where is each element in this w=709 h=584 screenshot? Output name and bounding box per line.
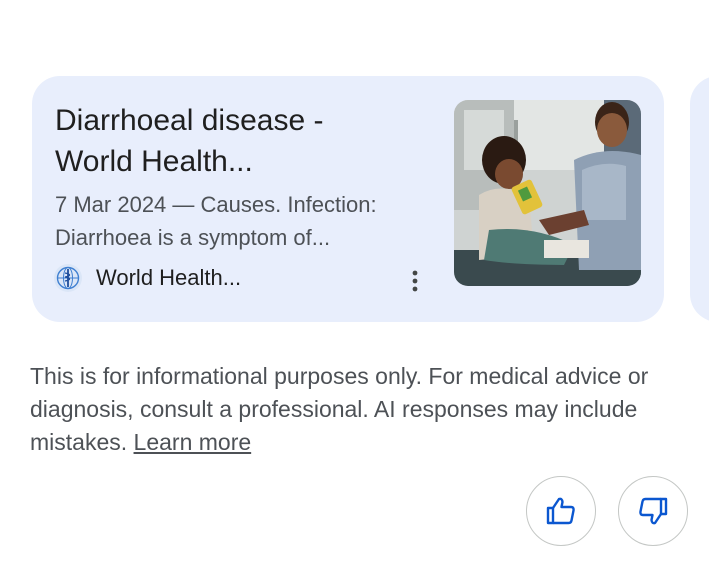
source-attribution[interactable]: World Health... — [54, 262, 241, 294]
result-snippet: 7 Mar 2024 — Causes. Infection: Diarrhoe… — [55, 192, 377, 250]
thumbs-up-icon — [546, 497, 575, 525]
thumbs-up-button[interactable] — [526, 476, 596, 546]
result-title[interactable]: Diarrhoeal disease - World Health... — [55, 100, 415, 182]
thumbs-down-button[interactable] — [618, 476, 688, 546]
next-source-card[interactable] — [690, 76, 709, 322]
more-options-button[interactable] — [403, 266, 427, 296]
ai-disclaimer: This is for informational purposes only.… — [30, 360, 690, 459]
result-thumbnail-image[interactable] — [454, 100, 641, 286]
who-logo-icon — [54, 264, 82, 292]
learn-more-link[interactable]: Learn more — [134, 429, 252, 455]
more-vert-icon — [412, 270, 418, 292]
source-result-card[interactable]: Diarrhoeal disease - World Health... 7 M… — [32, 76, 664, 322]
disclaimer-text: This is for informational purposes only.… — [30, 363, 649, 455]
ai-overview-sources-panel: Diarrhoeal disease - World Health... 7 M… — [0, 0, 709, 584]
source-name: World Health... — [96, 265, 242, 290]
thumbs-down-icon — [639, 497, 668, 525]
